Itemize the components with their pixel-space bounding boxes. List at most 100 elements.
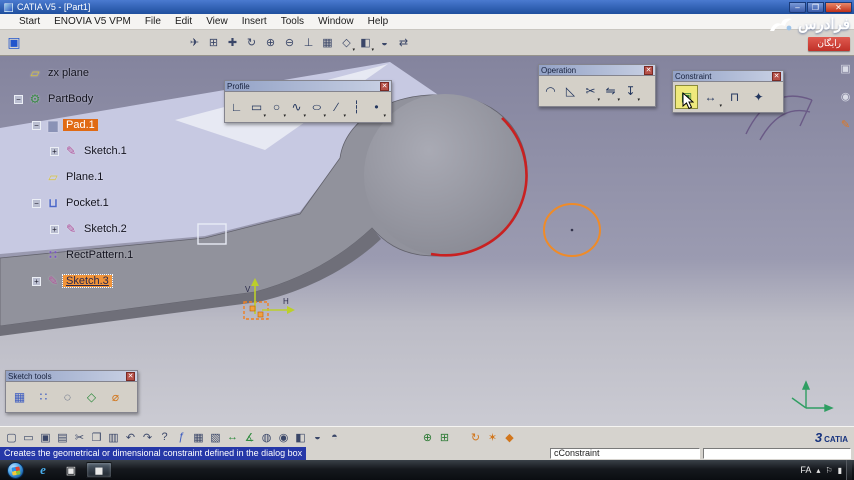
menu-help[interactable]: Help [361, 16, 396, 27]
dimensional-constraints-icon[interactable]: ⌀ [104, 385, 127, 409]
measure-between-icon[interactable]: ↔ [224, 428, 241, 446]
secondary-input-field[interactable] [703, 448, 851, 459]
cut-icon[interactable]: ✂ [71, 428, 88, 446]
green-tool-icon-1[interactable]: ⊕ [419, 428, 436, 446]
tree-expander[interactable]: + [32, 276, 41, 286]
multi-view-icon[interactable]: ▦ [319, 33, 336, 53]
power-input-field[interactable]: cConstraint [550, 448, 700, 459]
quick-view-icon[interactable]: ◇ ▾ [338, 33, 355, 53]
axis-tool-icon[interactable]: ┆ [347, 95, 366, 119]
sketcher-workbench-icon[interactable]: ✎ [838, 116, 853, 132]
hidden-icons-chevron[interactable]: ▴ [816, 466, 820, 475]
image-capture-icon[interactable]: ◉ [275, 428, 292, 446]
open-icon[interactable]: ▭ [20, 428, 37, 446]
language-indicator[interactable]: FA [800, 465, 811, 475]
snap-to-point-icon[interactable]: ∷ [32, 385, 55, 409]
menu-start[interactable]: Start [12, 16, 47, 27]
tree-expander[interactable]: − [32, 198, 41, 208]
taskbar-ie-button[interactable]: e [30, 462, 56, 478]
menu-view[interactable]: View [199, 16, 235, 27]
swap-visible-space-icon[interactable]: ⇄ [395, 33, 412, 53]
tree-expander[interactable]: − [32, 120, 41, 130]
mirror-tool-icon[interactable]: ⇋ ▾ [601, 79, 620, 103]
fit-all-in-icon[interactable]: ⊞ [205, 33, 222, 53]
project-3d-elements-icon[interactable]: ↧ ▾ [621, 79, 640, 103]
tree-item-label[interactable]: Pocket.1 [63, 197, 112, 209]
new-document-icon[interactable]: ▢ [3, 428, 20, 446]
hide-show-icon[interactable]: ◒ [376, 33, 393, 53]
origin-handle-2[interactable] [257, 311, 264, 318]
print-icon[interactable]: ▤ [54, 428, 71, 446]
spline-tool-icon[interactable]: ∿ ▾ [287, 95, 306, 119]
constraint-toolbar-titlebar[interactable]: Constraint ✕ [673, 71, 783, 82]
formula-icon[interactable]: ƒ [173, 428, 190, 446]
tree-item-pocket1[interactable]: − ⊔ Pocket.1 [32, 190, 136, 216]
datum-icon[interactable]: ◆ [501, 428, 518, 446]
update-icon[interactable]: ↻ [467, 428, 484, 446]
zoom-in-icon[interactable]: ⊕ [262, 33, 279, 53]
depth-effect-icon[interactable]: ◓ [326, 428, 343, 446]
rotate-icon[interactable]: ↻ [243, 33, 260, 53]
geometrical-constraints-icon[interactable]: ◇ [80, 385, 103, 409]
close-button[interactable]: ✕ [825, 1, 852, 13]
grid-icon[interactable]: ▦ [8, 385, 31, 409]
tree-item-sketch1[interactable]: + ✎ Sketch.1 [50, 138, 136, 164]
green-tool-icon-2[interactable]: ⊞ [436, 428, 453, 446]
fix-together-icon[interactable]: ⊓ [723, 85, 746, 109]
taskbar-app-button-2[interactable]: ◼ [86, 462, 112, 478]
origin-handle-1[interactable] [249, 305, 256, 312]
sketch-analysis-icon[interactable]: ✶ [484, 428, 501, 446]
close-icon[interactable]: ✕ [772, 71, 781, 81]
conic-tool-icon[interactable]: ○ ▾ [307, 95, 326, 119]
dock-tool-icon-2[interactable]: ◉ [838, 88, 853, 104]
menu-insert[interactable]: Insert [235, 16, 274, 27]
menu-enovia-v5-vpm[interactable]: ENOVIA V5 VPM [47, 16, 138, 27]
start-button[interactable] [7, 461, 24, 479]
tree-item-sketch2[interactable]: + ✎ Sketch.2 [50, 216, 136, 242]
profile-toolbar-titlebar[interactable]: Profile ✕ [225, 81, 391, 92]
close-icon[interactable]: ✕ [644, 65, 653, 75]
measure-item-icon[interactable]: ∡ [241, 428, 258, 446]
tree-item-label[interactable]: Plane.1 [63, 171, 106, 183]
normal-view-icon[interactable]: ⊥ [300, 33, 317, 53]
tree-item-label[interactable]: Sketch.3 [62, 274, 113, 288]
tree-item-label[interactable]: RectPattern.1 [63, 249, 136, 261]
close-icon[interactable]: ✕ [126, 371, 135, 381]
tree-item-sketch3[interactable]: + ✎ Sketch.3 [32, 268, 136, 294]
point-tool-icon[interactable]: • ▾ [367, 95, 386, 119]
undo-icon[interactable]: ↶ [122, 428, 139, 446]
show-desktop-button[interactable] [846, 460, 852, 480]
redo-icon[interactable]: ↷ [139, 428, 156, 446]
corner-tool-icon[interactable]: ◠ [541, 79, 560, 103]
sketch-tools-titlebar[interactable]: Sketch tools ✕ [6, 371, 137, 382]
tree-item-plane1[interactable]: ▱ Plane.1 [32, 164, 136, 190]
constraint-icon[interactable]: ↔ ▾ [699, 85, 723, 109]
line-tool-icon[interactable]: ∕ ▾ [327, 95, 346, 119]
tree-item-zx-plane[interactable]: ▱ zx plane [14, 60, 136, 86]
close-icon[interactable]: ✕ [380, 81, 389, 91]
network-icon[interactable]: ▮ [838, 466, 842, 475]
zoom-out-icon[interactable]: ⊖ [281, 33, 298, 53]
menu-edit[interactable]: Edit [168, 16, 199, 27]
sketch-circle-center[interactable] [570, 228, 574, 232]
apply-material-icon[interactable]: ◍ [258, 428, 275, 446]
maximize-button[interactable]: ❐ [807, 1, 824, 13]
trim-tool-icon[interactable]: ✂ ▾ [581, 79, 600, 103]
catalog-browser-icon[interactable]: ▧ [207, 428, 224, 446]
operation-toolbar-titlebar[interactable]: Operation ✕ [539, 65, 655, 76]
dock-tool-icon-1[interactable]: ▣ [838, 60, 853, 76]
tree-item-partbody[interactable]: − ⚙ PartBody [14, 86, 136, 112]
tree-item-rectpattern1[interactable]: ∷ RectPattern.1 [32, 242, 136, 268]
hide-show-toggle-icon[interactable]: ◒ [309, 428, 326, 446]
fly-mode-icon[interactable]: ✈ [186, 33, 203, 53]
tree-expander[interactable]: + [50, 146, 59, 156]
profile-tool-icon[interactable]: ∟ [227, 95, 246, 119]
action-center-icon[interactable]: ⚐ [825, 466, 832, 475]
tree-item-label[interactable]: Pad.1 [63, 119, 98, 131]
rectangle-tool-icon[interactable]: ▭ ▾ [247, 95, 266, 119]
tree-item-label[interactable]: Sketch.2 [81, 223, 130, 235]
construction-element-icon[interactable]: ◌ [56, 385, 79, 409]
menu-file[interactable]: File [138, 16, 168, 27]
menu-window[interactable]: Window [311, 16, 361, 27]
shading-mode-icon[interactable]: ◧ [292, 428, 309, 446]
